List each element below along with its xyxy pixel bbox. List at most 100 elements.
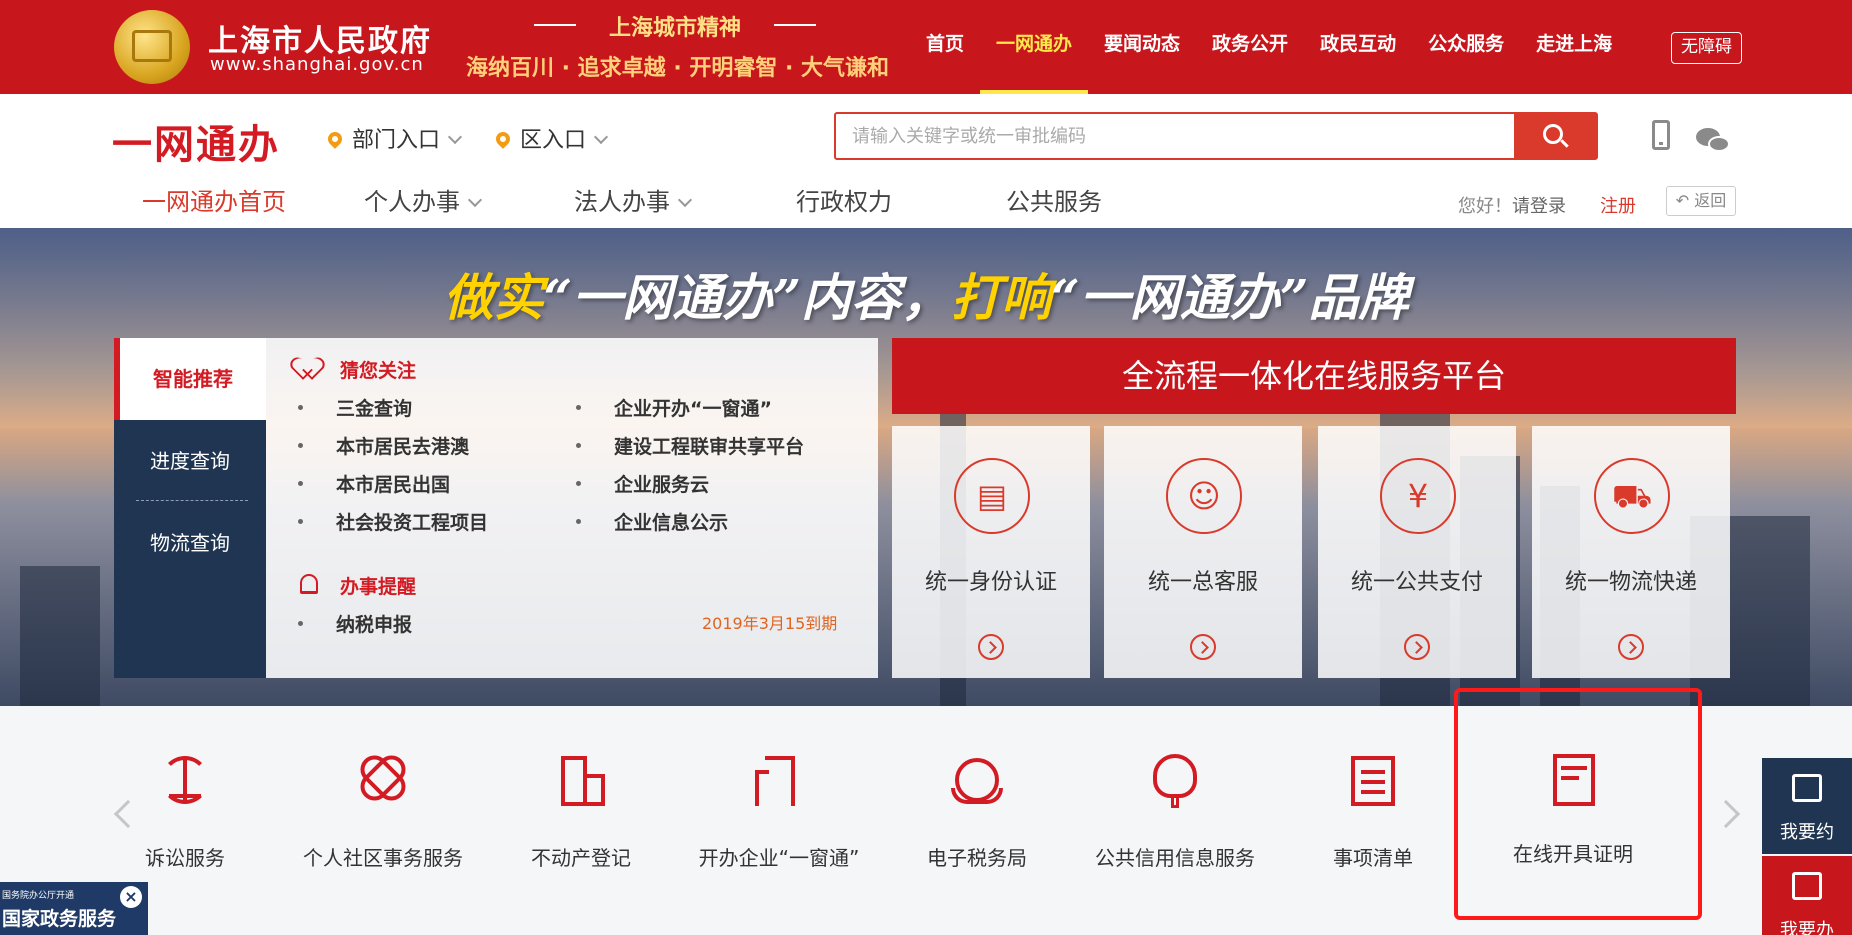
top-nav-about-shanghai[interactable]: 走进上海 bbox=[1520, 0, 1628, 94]
recommend-panel: 猜您关注 三金查询 本市居民去港澳 本市居民出国 社会投资工程项目 企业开办“一… bbox=[266, 338, 878, 678]
bell-icon bbox=[300, 574, 318, 594]
credit-icon bbox=[1145, 752, 1205, 810]
chevron-down-icon bbox=[677, 192, 693, 208]
gov-badge-big: 国家政务服务 bbox=[2, 908, 117, 930]
top-nav-interaction[interactable]: 政民互动 bbox=[1304, 0, 1412, 94]
next-arrow-icon[interactable] bbox=[1711, 799, 1741, 829]
subnav-admin-power[interactable]: 行政权力 bbox=[796, 182, 892, 217]
gov-badge-small: 国务院办公厅开通 bbox=[2, 891, 75, 901]
back-button[interactable]: ↶ 返回 bbox=[1666, 186, 1736, 216]
heart-icon bbox=[298, 358, 320, 378]
list-item[interactable]: 企业开办“一窗通” bbox=[576, 394, 772, 421]
service-enterprise[interactable]: 开办企业“一窗通” bbox=[684, 746, 874, 886]
list-item[interactable]: 社会投资工程项目 bbox=[297, 508, 488, 535]
shanghai-emblem-icon[interactable] bbox=[114, 10, 190, 84]
list-item[interactable]: 企业信息公示 bbox=[575, 508, 728, 535]
highlight-box bbox=[1454, 688, 1702, 920]
register-link[interactable]: 注册 bbox=[1600, 192, 1636, 218]
accessibility-button[interactable]: 无障碍 bbox=[1671, 32, 1742, 64]
platform-card-label: 统一物流快递 bbox=[1564, 570, 1697, 595]
top-nav-public-service[interactable]: 公众服务 bbox=[1412, 0, 1520, 94]
platform-card-delivery[interactable]: ⛟ 统一物流快递 bbox=[1532, 426, 1730, 678]
handle-button[interactable]: 我要办 bbox=[1762, 856, 1852, 935]
attention-title: 猜您关注 bbox=[340, 360, 417, 382]
subnav-personal-label: 个人办事 bbox=[364, 188, 460, 216]
slogan-part: “一网通办”品牌 bbox=[1051, 268, 1409, 327]
arrow-right-icon[interactable] bbox=[1404, 634, 1430, 660]
top-nav-home[interactable]: 首页 bbox=[910, 0, 980, 94]
service-community[interactable]: 个人社区事务服务 bbox=[288, 746, 478, 886]
service-credit[interactable]: 公共信用信息服务 bbox=[1080, 746, 1270, 886]
service-label: 开办企业“一窗通” bbox=[698, 846, 860, 870]
mobile-icon[interactable] bbox=[1652, 120, 1670, 150]
subnav-public-service[interactable]: 公共服务 bbox=[1006, 182, 1102, 217]
customer-service-icon: ☺ bbox=[1187, 477, 1221, 515]
list-item[interactable]: 建设工程联审共享平台 bbox=[575, 432, 804, 459]
service-item-list[interactable]: 事项清单 bbox=[1278, 746, 1468, 886]
list-item[interactable]: 本市居民去港澳 bbox=[297, 432, 469, 459]
list-item[interactable]: 本市居民出国 bbox=[297, 470, 450, 497]
list-item[interactable]: 企业服务云 bbox=[575, 470, 709, 497]
dept-entry-label: 部门入口 bbox=[352, 128, 441, 153]
reminder-item[interactable]: 纳税申报 bbox=[297, 610, 412, 637]
dept-entry-dropdown[interactable]: 部门入口 bbox=[325, 122, 463, 154]
top-nav-news[interactable]: 要闻动态 bbox=[1088, 0, 1196, 94]
close-icon[interactable]: × bbox=[120, 886, 142, 908]
platform-card-service[interactable]: ☺ 统一总客服 bbox=[1104, 426, 1302, 678]
slogan-part: “一网通办”内容， bbox=[543, 268, 951, 327]
building-icon bbox=[551, 752, 611, 810]
list-icon bbox=[1343, 752, 1403, 810]
top-nav: 首页 一网通办 要闻动态 政务公开 政民互动 公众服务 走进上海 bbox=[910, 0, 1628, 94]
subnav-personal[interactable]: 个人办事 bbox=[364, 182, 483, 217]
monitor-icon bbox=[1792, 872, 1822, 900]
platform-card-label: 统一公共支付 bbox=[1350, 570, 1483, 595]
service-label: 个人社区事务服务 bbox=[303, 846, 463, 870]
login-link[interactable]: 请登录 bbox=[1512, 196, 1566, 217]
city-spirit-motto: 海纳百川 · 追求卓越 · 开明睿智 · 大气谦和 bbox=[466, 56, 890, 81]
enterprise-icon bbox=[749, 752, 809, 810]
arrow-right-icon[interactable] bbox=[1190, 634, 1216, 660]
appointment-button[interactable]: 我要约 bbox=[1762, 758, 1852, 854]
platform-card-identity[interactable]: ▤ 统一身份认证 bbox=[892, 426, 1090, 678]
top-nav-gov-open[interactable]: 政务公开 bbox=[1196, 0, 1304, 94]
service-e-tax[interactable]: 电子税务局 bbox=[882, 746, 1072, 886]
reminder-title: 办事提醒 bbox=[340, 576, 417, 598]
service-label: 事项清单 bbox=[1333, 846, 1413, 870]
service-label: 电子税务局 bbox=[927, 846, 1027, 870]
side-tabs: 智能推荐 进度查询 物流查询 bbox=[114, 338, 266, 678]
wechat-icon[interactable] bbox=[1696, 128, 1730, 152]
delivery-truck-icon: ⛟ bbox=[1611, 477, 1653, 515]
platform-card-label: 统一总客服 bbox=[1147, 570, 1258, 595]
tab-smart-recommend[interactable]: 智能推荐 bbox=[114, 338, 266, 420]
tab-progress-query[interactable]: 进度查询 bbox=[114, 420, 266, 502]
list-item[interactable]: 三金查询 bbox=[297, 394, 412, 421]
service-real-estate[interactable]: 不动产登记 bbox=[486, 746, 676, 886]
location-pin-icon bbox=[493, 129, 513, 149]
brand-logo[interactable]: 一网通办 bbox=[112, 112, 280, 170]
district-entry-dropdown[interactable]: 区入口 bbox=[493, 122, 609, 154]
chevron-down-icon bbox=[467, 192, 483, 208]
arrow-right-icon[interactable] bbox=[978, 634, 1004, 660]
back-label: 返回 bbox=[1694, 191, 1727, 210]
appointment-label: 我要约 bbox=[1780, 822, 1834, 843]
community-icon bbox=[353, 749, 413, 810]
location-pin-icon bbox=[325, 129, 345, 149]
service-label: 公共信用信息服务 bbox=[1095, 846, 1255, 870]
platform-card-payment[interactable]: ¥ 统一公共支付 bbox=[1318, 426, 1516, 678]
service-litigation[interactable]: 诉讼服务 bbox=[90, 746, 280, 886]
payment-icon: ¥ bbox=[1407, 477, 1429, 515]
chevron-down-icon bbox=[593, 129, 609, 145]
service-label: 不动产登记 bbox=[531, 846, 631, 870]
reminder-due-date: 2019年3月15到期 bbox=[702, 614, 838, 633]
tab-logistics-query[interactable]: 物流查询 bbox=[114, 502, 266, 584]
search-box bbox=[834, 112, 1598, 160]
search-input[interactable] bbox=[836, 114, 1516, 158]
banner-slogan: 做实“一网通办”内容，打响“一网通办”品牌 bbox=[0, 258, 1852, 330]
district-entry-label: 区入口 bbox=[520, 128, 587, 153]
slogan-part: 打响 bbox=[951, 268, 1051, 327]
search-button[interactable] bbox=[1514, 114, 1596, 158]
arrow-right-icon[interactable] bbox=[1618, 634, 1644, 660]
top-nav-one-net[interactable]: 一网通办 bbox=[980, 0, 1089, 94]
subnav-home[interactable]: 一网通办首页 bbox=[142, 182, 286, 217]
subnav-corporate[interactable]: 法人办事 bbox=[574, 182, 693, 217]
